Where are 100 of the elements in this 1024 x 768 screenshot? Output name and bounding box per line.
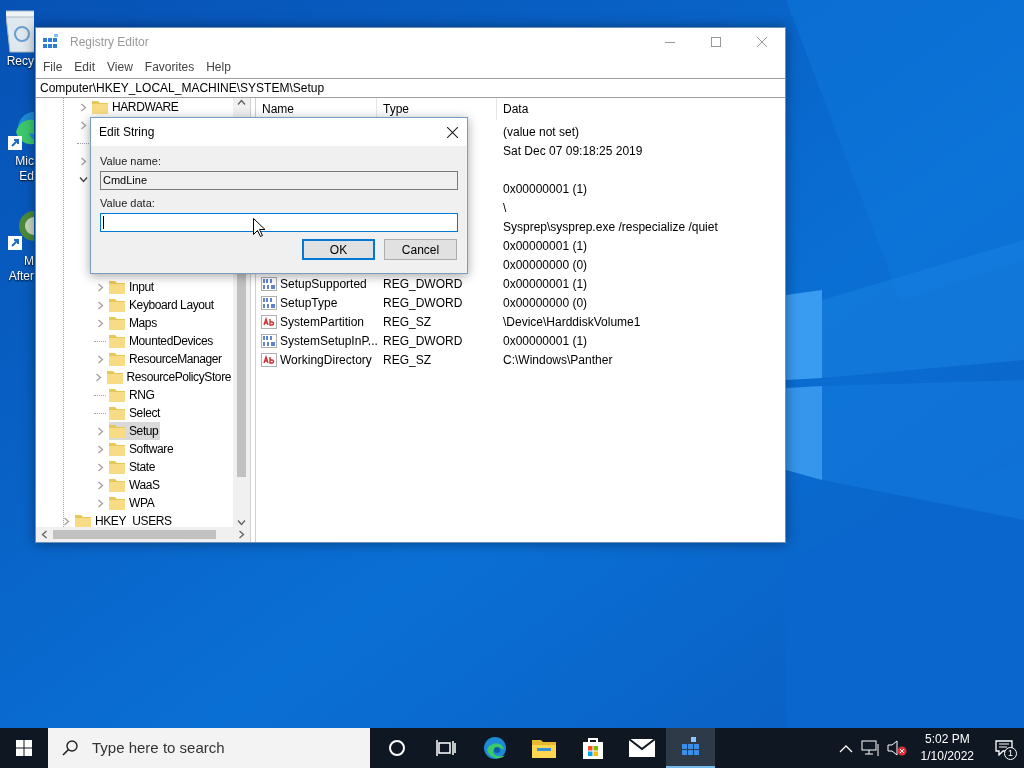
- value-data: Sysprep\sysprep.exe /respecialize /quiet: [503, 219, 718, 234]
- value-data: 0x00000000 (0): [503, 257, 588, 272]
- value-data: 0x00000001 (1): [503, 333, 588, 348]
- scroll-up-icon[interactable]: [237, 98, 246, 107]
- menu-item[interactable]: Favorites: [138, 58, 201, 76]
- folder-icon: [109, 352, 125, 366]
- text-field[interactable]: [100, 213, 458, 232]
- network-icon[interactable]: [860, 740, 881, 756]
- text-field[interactable]: CmdLine: [100, 171, 458, 190]
- dialog-title: Edit String: [99, 124, 155, 141]
- binary-value-icon: [261, 275, 277, 292]
- value-data: \Device\HarddiskVolume1: [503, 314, 641, 329]
- string-value-icon: [261, 313, 277, 330]
- folder-icon: [109, 478, 125, 492]
- close-icon: [757, 37, 767, 47]
- scroll-left-icon[interactable]: [40, 530, 49, 539]
- folder-icon: [109, 442, 125, 456]
- menu-item[interactable]: Help: [200, 58, 237, 76]
- chevron-up-icon[interactable]: [838, 743, 853, 753]
- speaker-icon[interactable]: [886, 739, 909, 757]
- dialog-button[interactable]: OK: [302, 239, 375, 260]
- value-name[interactable]: SystemSetupInP...: [280, 331, 378, 350]
- string-value-icon: [261, 351, 277, 368]
- menu-item[interactable]: View: [101, 58, 139, 76]
- edge-icon: [482, 736, 507, 760]
- column-header[interactable]: Data: [497, 98, 785, 120]
- value-type: REG_DWORD: [383, 276, 463, 291]
- folder-icon: [109, 496, 125, 510]
- tree-item[interactable]: Input: [109, 278, 156, 296]
- tree-item[interactable]: WPA: [109, 494, 157, 512]
- menu-item[interactable]: File: [37, 58, 69, 76]
- folder-icon: [109, 334, 125, 348]
- tree-item[interactable]: Software: [109, 440, 176, 458]
- tree-item[interactable]: ResourceManager: [109, 350, 224, 368]
- value-name[interactable]: WorkingDirectory: [280, 350, 372, 369]
- value-data: 0x00000001 (1): [503, 238, 588, 253]
- value-data: 0x00000001 (1): [503, 181, 588, 196]
- menu-item[interactable]: Edit: [68, 58, 102, 76]
- tree-item[interactable]: HARDWARE: [92, 98, 181, 116]
- circle-icon: [387, 739, 406, 757]
- search-icon: [62, 740, 78, 756]
- folder-icon: [109, 316, 125, 330]
- value-data: 0x00000000 (0): [503, 295, 588, 310]
- folder-icon: [109, 280, 125, 294]
- folder-icon: [75, 514, 91, 527]
- desktop-icon-label: M: [24, 254, 34, 269]
- window-title: Registry Editor: [70, 34, 149, 51]
- close-icon: [446, 126, 458, 138]
- chevron-right-icon[interactable]: [61, 516, 71, 526]
- address-bar[interactable]: Computer\HKEY_LOCAL_MACHINE\SYSTEM\Setup: [36, 78, 785, 98]
- value-type: REG_DWORD: [383, 333, 463, 348]
- value-data: 0x00000001 (1): [503, 276, 588, 291]
- tree-item[interactable]: Select: [109, 404, 162, 422]
- desktop-icon-label: Ed: [19, 169, 34, 184]
- folder-icon: [109, 424, 125, 438]
- search-field[interactable]: Type here to search: [48, 728, 370, 768]
- envelope-icon: [628, 739, 655, 757]
- value-data: \: [503, 200, 507, 215]
- value-data: Sat Dec 07 09:18:25 2019: [503, 143, 643, 158]
- shopping-bag-icon: [581, 736, 604, 760]
- clock-date[interactable]: 1/10/2022: [920, 748, 974, 765]
- value-type: REG_DWORD: [383, 295, 463, 310]
- tree-item[interactable]: Setup: [109, 422, 161, 440]
- value-name[interactable]: SetupSupported: [280, 274, 367, 293]
- tree-item[interactable]: WaaS: [109, 476, 162, 494]
- recycle-bin-icon[interactable]: [6, 8, 34, 54]
- notification-count: 1: [1004, 747, 1017, 760]
- notification-button[interactable]: 1: [984, 728, 1024, 768]
- folder-icon: [92, 100, 108, 114]
- tree-item[interactable]: ResourcePolicyStore: [106, 368, 233, 386]
- tree-item[interactable]: Maps: [109, 314, 159, 332]
- value-type: REG_SZ: [383, 314, 431, 329]
- folder-icon: [109, 298, 125, 312]
- tree-item[interactable]: HKEY_USERS: [75, 512, 174, 527]
- value-data: (value not set): [503, 124, 580, 139]
- desktop-icon-label: Recy: [6, 54, 34, 69]
- tree-item[interactable]: RNG: [109, 386, 157, 404]
- speech-bubble-icon: [995, 740, 1013, 756]
- tree-item[interactable]: MountedDevices: [109, 332, 215, 350]
- dialog-button[interactable]: Cancel: [384, 239, 457, 260]
- scroll-down-icon[interactable]: [237, 518, 246, 527]
- value-data: C:\Windows\Panther: [503, 352, 613, 367]
- folder-icon: [531, 738, 556, 758]
- clock-time[interactable]: 5:02 PM: [924, 731, 970, 748]
- scrollbar-thumb[interactable]: [53, 530, 216, 539]
- value-name[interactable]: SystemPartition: [280, 312, 365, 331]
- chevron-down-icon[interactable]: [78, 174, 88, 184]
- value-type: REG_SZ: [383, 352, 431, 367]
- minimize-icon: [665, 41, 675, 43]
- folder-icon: [106, 370, 123, 384]
- scroll-right-icon[interactable]: [237, 530, 246, 539]
- horizontal-scrollbar[interactable]: [36, 527, 250, 542]
- value-name[interactable]: SetupType: [280, 293, 338, 312]
- mouse-pointer-icon: [253, 218, 265, 237]
- tree-item[interactable]: State: [109, 458, 158, 476]
- chevron-right-icon[interactable]: [78, 156, 88, 166]
- folder-icon: [109, 388, 125, 402]
- task-view-icon: [435, 739, 456, 757]
- cubes-icon: [43, 34, 59, 50]
- tree-item[interactable]: Keyboard Layout: [109, 296, 216, 314]
